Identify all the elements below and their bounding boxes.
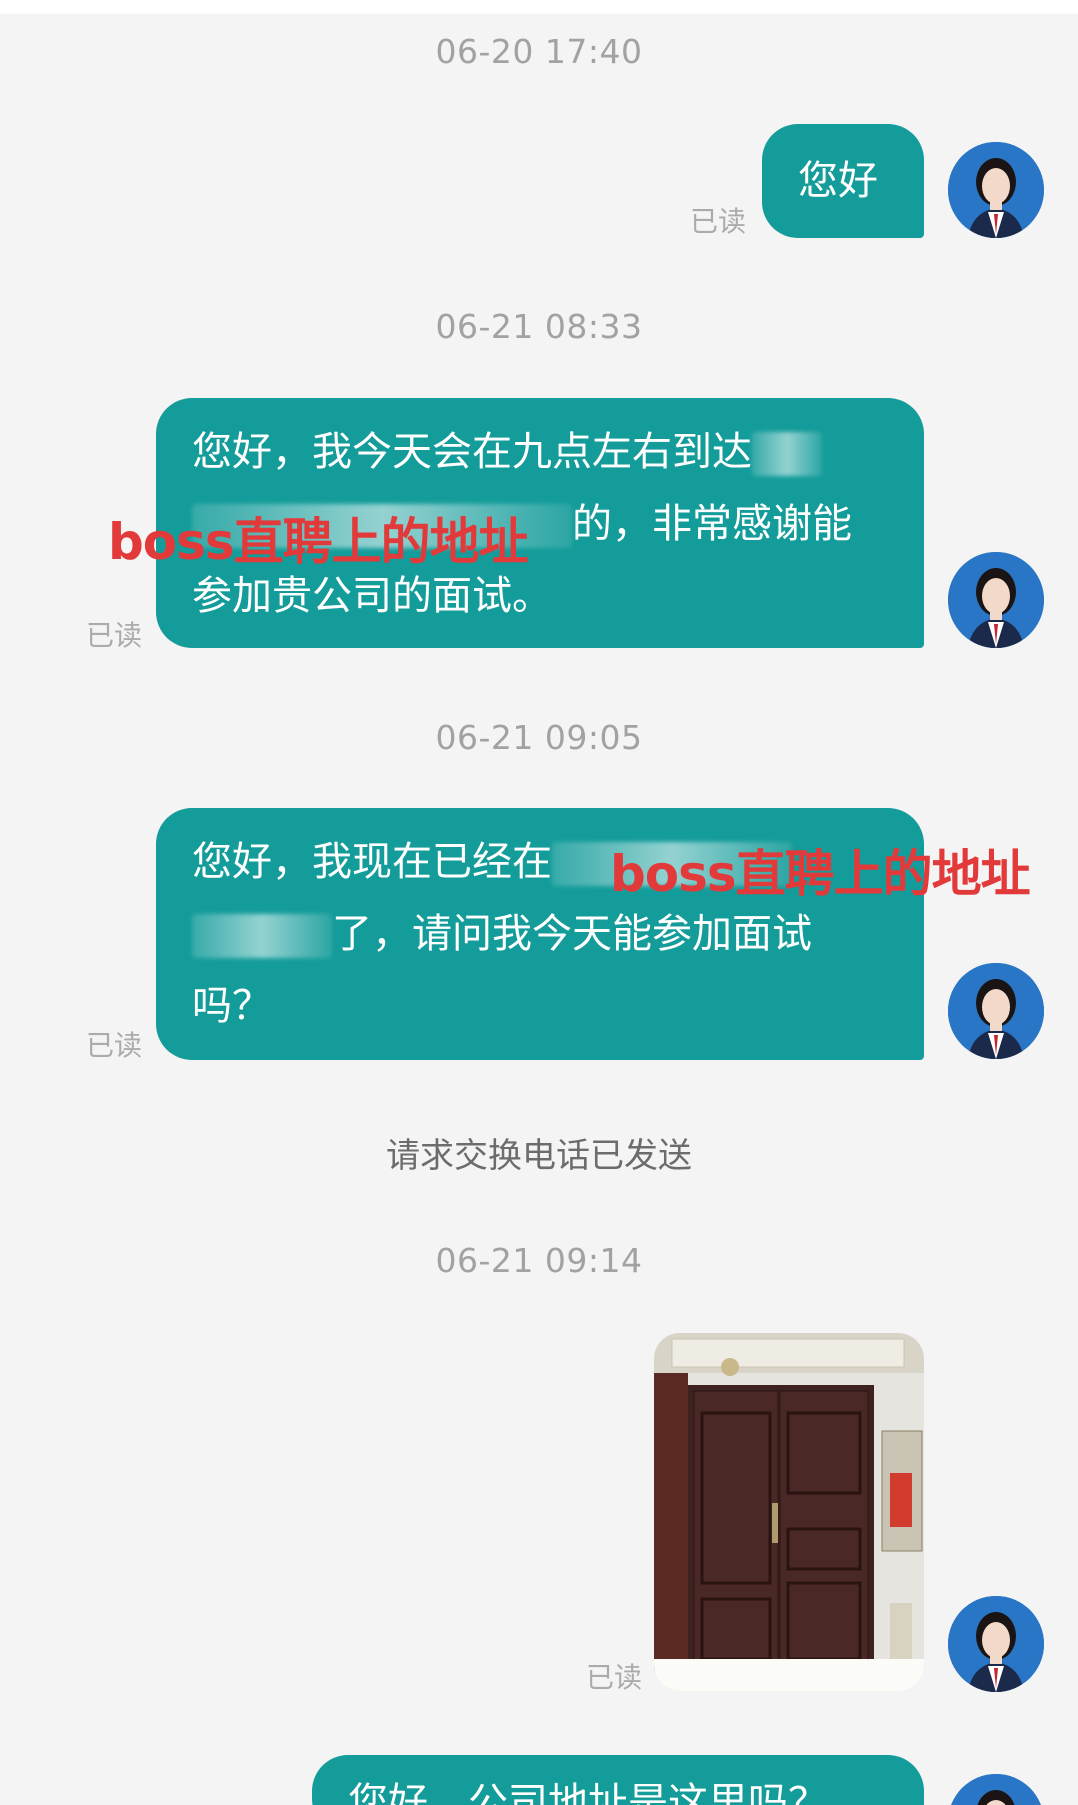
message-bubble[interactable]: 您好 <box>762 124 924 238</box>
user-avatar-icon[interactable] <box>948 963 1044 1059</box>
user-avatar-icon[interactable] <box>948 552 1044 648</box>
read-status: 已读 <box>586 1661 643 1694</box>
read-status: 已读 <box>690 205 747 238</box>
redacted-block <box>192 914 332 958</box>
image-message[interactable] <box>654 1333 924 1691</box>
timestamp: 06-21 09:05 <box>435 718 643 757</box>
system-notice: 请求交换电话已发送 <box>386 1136 692 1176</box>
message-line: 了，请问我今天能参加面试 <box>192 898 882 970</box>
timestamp: 06-21 08:33 <box>435 307 643 346</box>
message-bubble[interactable]: 您好，公司地址是这里吗？ <box>312 1755 924 1805</box>
message-text: 吗？ <box>192 983 272 1029</box>
read-status: 已读 <box>86 619 143 652</box>
avatar-portrait <box>948 1596 1044 1692</box>
avatar-portrait <box>948 552 1044 648</box>
avatar-portrait <box>948 963 1044 1059</box>
message-text: 了，请问我今天能参加面试 <box>332 911 812 957</box>
message-line: 您好，我今天会在九点左右到达 <box>192 416 882 488</box>
message-text: 您好 <box>798 158 878 204</box>
redacted-block <box>752 432 822 476</box>
message-text: 您好，公司地址是这里吗？ <box>348 1780 828 1805</box>
watermark-text: boss直聘上的地址 <box>108 513 529 571</box>
message-text: 您好，我今天会在九点左右到达 <box>192 429 752 475</box>
avatar-portrait <box>948 1774 1044 1805</box>
timestamp: 06-20 17:40 <box>435 32 643 71</box>
user-avatar-icon[interactable] <box>948 1596 1044 1692</box>
status-strip <box>0 0 1078 14</box>
user-avatar-icon[interactable] <box>948 142 1044 238</box>
timestamp: 06-21 09:14 <box>435 1241 643 1280</box>
read-status: 已读 <box>86 1029 143 1062</box>
message-text: 的，非常感谢能 <box>572 501 852 547</box>
user-avatar-icon[interactable] <box>948 1774 1044 1805</box>
door-photo <box>654 1333 924 1691</box>
message-text: 您好，我现在已经在 <box>192 839 552 885</box>
watermark-text: boss直聘上的地址 <box>610 845 1031 903</box>
avatar-portrait <box>948 142 1044 238</box>
